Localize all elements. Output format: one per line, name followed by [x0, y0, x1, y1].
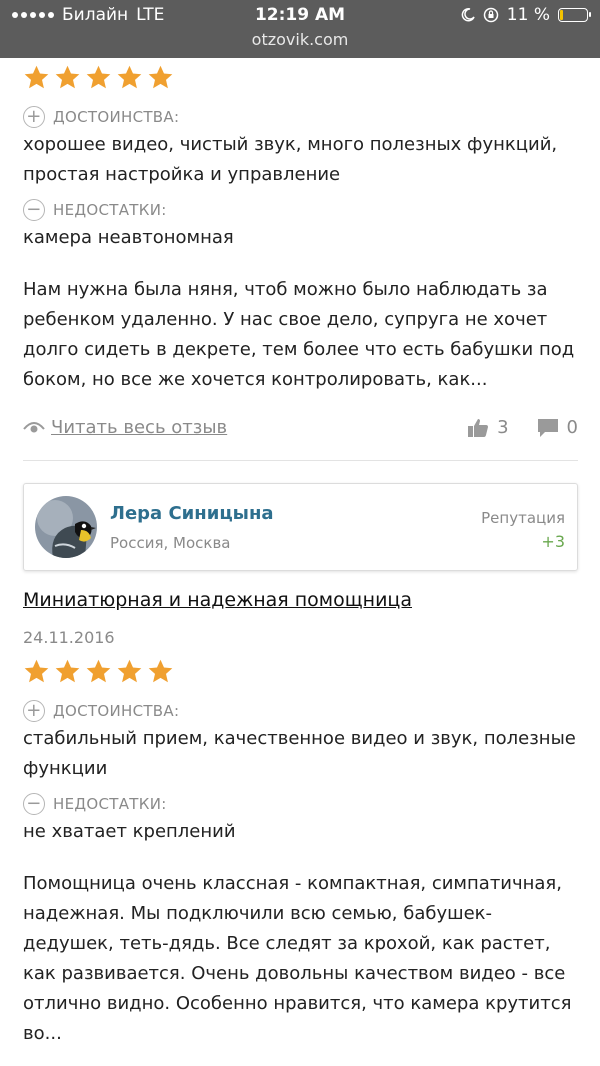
eye-icon — [23, 421, 45, 432]
cons-label: НЕДОСТАТКИ: — [53, 795, 167, 813]
reputation-label: Репутация — [481, 509, 565, 527]
avatar[interactable] — [35, 496, 97, 558]
pros-text: стабильный прием, качественное видео и з… — [23, 728, 576, 779]
star-icon — [55, 65, 80, 89]
star-icon — [55, 659, 80, 683]
rating-stars — [23, 658, 578, 685]
pros-label-row: + ДОСТОИНСТВА: — [23, 106, 578, 128]
status-bar: Билайн LTE 12:19 AM otzovik.com 11 % — [0, 0, 600, 58]
review-footer: Читать весь отзыв 3 0 — [23, 417, 578, 438]
comment-count: 0 — [566, 417, 578, 438]
cons-text: камера неавтономная — [23, 227, 234, 248]
like-counter[interactable]: 3 — [467, 417, 509, 438]
author-location: Россия, Москва — [110, 534, 231, 552]
star-icon — [148, 659, 173, 683]
star-icon — [24, 659, 49, 683]
minus-icon: − — [23, 793, 45, 815]
plus-icon: + — [23, 106, 45, 128]
minus-icon: − — [23, 199, 45, 221]
rating-stars — [23, 64, 578, 91]
battery-icon — [558, 8, 591, 22]
cons-text: не хватает креплений — [23, 821, 236, 842]
moon-icon — [461, 8, 475, 22]
star-icon — [117, 65, 142, 89]
cons-label: НЕДОСТАТКИ: — [53, 201, 167, 219]
status-right: 11 % — [461, 5, 591, 25]
review-date: 24.11.2016 — [23, 628, 115, 647]
star-icon — [117, 659, 142, 683]
author-name[interactable]: Лера Синицына — [110, 503, 274, 524]
url-domain[interactable]: otzovik.com — [0, 30, 600, 49]
cons-label-row: − НЕДОСТАТКИ: — [23, 199, 578, 221]
plus-icon: + — [23, 700, 45, 722]
read-full-review-label[interactable]: Читать весь отзыв — [51, 417, 227, 438]
review-body: Нам нужна была няня, чтоб можно было наб… — [23, 279, 575, 390]
reputation-value: +3 — [541, 532, 565, 551]
star-icon — [24, 65, 49, 89]
read-full-review-link[interactable]: Читать весь отзыв — [23, 417, 227, 438]
review-divider — [23, 460, 578, 461]
pros-label: ДОСТОИНСТВА: — [53, 702, 180, 720]
review-card: + ДОСТОИНСТВА: хорошее видео, чистый зву… — [23, 64, 578, 438]
pros-text: хорошее видео, чистый звук, много полезн… — [23, 134, 558, 185]
pros-label-row: + ДОСТОИНСТВА: — [23, 700, 578, 722]
reviews-feed: + ДОСТОИНСТВА: хорошее видео, чистый зву… — [23, 58, 578, 1049]
battery-percent: 11 % — [506, 5, 550, 25]
comment-icon[interactable] — [537, 418, 559, 438]
star-icon — [86, 65, 111, 89]
review-title[interactable]: Миниатюрная и надежная помощница — [23, 589, 578, 611]
pros-label: ДОСТОИНСТВА: — [53, 108, 180, 126]
cons-label-row: − НЕДОСТАТКИ: — [23, 793, 578, 815]
rotation-lock-icon — [483, 7, 499, 23]
review-card: Лера Синицына Россия, Москва Репутация +… — [23, 483, 578, 1049]
review-counters: 3 0 — [467, 417, 578, 438]
review-body: Помощница очень классная - компактная, с… — [23, 873, 572, 1044]
like-count: 3 — [497, 417, 509, 438]
bird-avatar-image — [35, 496, 97, 558]
star-icon — [148, 65, 173, 89]
star-icon — [86, 659, 111, 683]
thumbs-up-icon[interactable] — [467, 418, 489, 438]
author-card[interactable]: Лера Синицына Россия, Москва Репутация +… — [23, 483, 578, 571]
comment-counter[interactable]: 0 — [537, 417, 578, 438]
